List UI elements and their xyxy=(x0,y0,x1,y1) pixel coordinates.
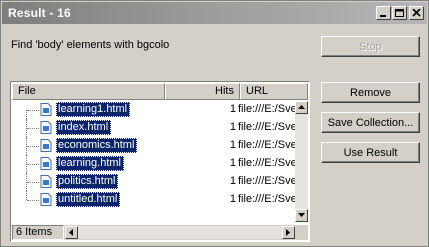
list-item[interactable]: politics.html 1 file:///E:/Sve xyxy=(12,173,297,191)
list-item[interactable]: untitled.html 1 file:///E:/Sve xyxy=(12,191,297,209)
hits-count: 1 xyxy=(229,193,236,205)
scroll-right-button[interactable] xyxy=(282,226,295,239)
file-name: politics.html xyxy=(56,174,119,189)
file-url: file:///E:/Sve xyxy=(238,139,297,151)
save-collection-button-label: Save Collection... xyxy=(327,117,414,129)
file-url: file:///E:/Sve xyxy=(238,193,297,205)
column-header-hits[interactable]: Hits xyxy=(165,83,240,100)
file-name: learning.html xyxy=(56,156,124,171)
file-name: index.html xyxy=(56,120,112,135)
column-header-url[interactable]: URL xyxy=(240,83,308,100)
status-bar: 6 Items xyxy=(12,225,308,240)
item-count: 6 Items xyxy=(12,225,64,240)
arrow-down-icon xyxy=(298,213,305,217)
use-result-button-label: Use Result xyxy=(343,147,398,159)
stop-button[interactable]: Stop xyxy=(321,36,420,57)
scroll-left-button[interactable] xyxy=(65,226,78,239)
file-url: file:///E:/Sve xyxy=(238,157,297,169)
tree-line xyxy=(27,146,39,147)
hits-count: 1 xyxy=(229,121,236,133)
html-file-icon xyxy=(40,103,52,116)
list-rows: learning1.html 1 file:///E:/Sve index.ht… xyxy=(12,101,297,213)
tree-line xyxy=(26,110,27,119)
tree-line xyxy=(27,128,39,129)
list-header: File Hits URL xyxy=(12,83,308,100)
save-collection-button[interactable]: Save Collection... xyxy=(321,112,420,133)
html-file-icon xyxy=(40,193,52,206)
results-list[interactable]: File Hits URL learning1.html 1 file:///E… xyxy=(10,81,310,242)
file-url: file:///E:/Sve xyxy=(238,103,297,115)
search-description: Find 'body' elements with bgcolo xyxy=(11,39,170,51)
result-window: Result - 16 Find 'body' elements with bg… xyxy=(0,0,429,247)
maximize-button[interactable] xyxy=(392,6,407,20)
tree-line xyxy=(26,191,27,200)
minimize-button[interactable] xyxy=(376,6,391,20)
html-file-icon xyxy=(40,175,52,188)
remove-button[interactable]: Remove xyxy=(321,82,420,103)
file-name: untitled.html xyxy=(56,192,121,207)
list-item[interactable]: economics.html 1 file:///E:/Sve xyxy=(12,137,297,155)
tree-line xyxy=(27,200,39,201)
minimize-icon xyxy=(380,15,386,17)
hits-count: 1 xyxy=(229,103,236,115)
file-name: learning1.html xyxy=(56,102,131,117)
list-item[interactable]: learning.html 1 file:///E:/Sve xyxy=(12,155,297,173)
tree-line xyxy=(27,182,39,183)
stop-button-label: Stop xyxy=(359,41,382,53)
html-file-icon xyxy=(40,157,52,170)
use-result-button[interactable]: Use Result xyxy=(321,142,420,163)
horizontal-scroll-track[interactable] xyxy=(78,226,282,239)
hits-count: 1 xyxy=(229,157,236,169)
arrow-up-icon xyxy=(298,105,305,109)
title-bar[interactable]: Result - 16 xyxy=(2,2,427,24)
tree-line xyxy=(27,110,39,111)
html-file-icon xyxy=(40,139,52,152)
scroll-down-button[interactable] xyxy=(295,209,308,222)
file-url: file:///E:/Sve xyxy=(238,175,297,187)
column-header-file[interactable]: File xyxy=(12,83,165,100)
close-button[interactable] xyxy=(409,6,424,20)
vertical-scrollbar[interactable] xyxy=(295,101,308,222)
remove-button-label: Remove xyxy=(350,87,391,99)
tree-line xyxy=(27,164,39,165)
maximize-icon xyxy=(395,9,404,17)
list-item[interactable]: learning1.html 1 file:///E:/Sve xyxy=(12,101,297,119)
file-url: file:///E:/Sve xyxy=(238,121,297,133)
arrow-left-icon xyxy=(69,229,73,236)
hits-count: 1 xyxy=(229,139,236,151)
html-file-icon xyxy=(40,121,52,134)
hits-count: 1 xyxy=(229,175,236,187)
window-title: Result - 16 xyxy=(8,6,71,20)
arrow-right-icon xyxy=(286,229,290,236)
list-item[interactable]: index.html 1 file:///E:/Sve xyxy=(12,119,297,137)
file-name: economics.html xyxy=(56,138,138,153)
close-icon xyxy=(412,9,421,17)
scroll-up-button[interactable] xyxy=(295,101,308,114)
